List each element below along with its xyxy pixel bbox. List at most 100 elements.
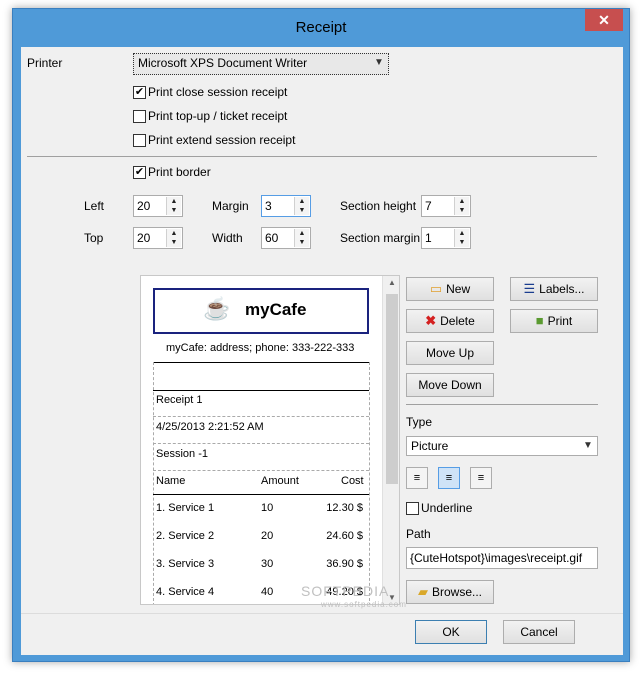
receipt-preview[interactable]: ☕ myCafe myCafe: address; phone: 333-222… (140, 275, 400, 605)
margin-label: Margin (212, 199, 249, 213)
spin-up-icon[interactable]: ▲ (167, 229, 181, 238)
row-cost: 12.30 $ (326, 502, 363, 514)
cancel-button[interactable]: Cancel (503, 620, 575, 644)
preview-scrollbar[interactable]: ▲ ▼ (382, 276, 399, 604)
folder-icon: ▰ (417, 584, 428, 599)
spin-up-icon[interactable]: ▲ (295, 229, 309, 238)
printer-icon: ■ (535, 313, 544, 328)
section-height-label: Section height (340, 199, 417, 213)
dialog-body: Printer Microsoft XPS Document Writer ▼ … (21, 47, 623, 655)
list-icon: ☰ (523, 281, 536, 296)
type-select[interactable]: Picture ▼ (406, 436, 598, 456)
chevron-down-icon: ▼ (374, 57, 384, 68)
new-button[interactable]: ▭ New (406, 277, 494, 301)
spin-up-icon[interactable]: ▲ (295, 197, 309, 206)
receipt-brand: myCafe (245, 300, 307, 319)
print-close-session-checkbox[interactable]: ✔ (133, 86, 146, 99)
section-margin-spinner[interactable]: 1 ▲ ▼ (421, 227, 471, 249)
print-topup-label: Print top-up / ticket receipt (148, 109, 288, 123)
section-height-spinner[interactable]: 7 ▲ ▼ (421, 195, 471, 217)
delete-button-label: Delete (440, 314, 475, 328)
ok-button[interactable]: OK (415, 620, 487, 644)
column-header-cost: Cost (341, 475, 364, 487)
underline-checkbox[interactable] (406, 502, 419, 515)
printer-select-value: Microsoft XPS Document Writer (138, 56, 308, 70)
print-border-label: Print border (148, 165, 211, 179)
spin-down-icon[interactable]: ▼ (295, 206, 309, 215)
receipt-datetime: 4/25/2013 2:21:52 AM (156, 421, 264, 433)
align-right-icon: ≡ (477, 472, 485, 484)
spin-up-icon[interactable]: ▲ (455, 197, 469, 206)
move-up-button[interactable]: Move Up (406, 341, 494, 365)
row-cost: 24.60 $ (326, 530, 363, 542)
row-cost: 36.90 $ (326, 558, 363, 570)
type-select-value: Picture (411, 439, 449, 453)
path-label: Path (406, 527, 431, 541)
new-button-label: New (446, 282, 471, 296)
printer-select[interactable]: Microsoft XPS Document Writer ▼ (133, 53, 389, 75)
delete-icon: ✖ (425, 313, 437, 328)
row-amount: 20 (261, 530, 274, 542)
separator (27, 156, 597, 157)
scrollbar-thumb[interactable] (386, 294, 398, 484)
spin-down-icon[interactable]: ▼ (167, 238, 181, 247)
align-left-button[interactable]: ≡ (406, 467, 428, 489)
ok-button-label: OK (442, 625, 460, 639)
spin-down-icon[interactable]: ▼ (295, 238, 309, 247)
new-document-icon: ▭ (429, 281, 443, 296)
watermark: SOFTPEDIA (301, 583, 390, 599)
scroll-up-icon[interactable]: ▲ (383, 278, 399, 287)
section-margin-label: Section margin (340, 231, 421, 245)
receipt-header-box[interactable]: ☕ myCafe (153, 288, 369, 334)
align-left-icon: ≡ (413, 472, 421, 484)
receipt-window: Receipt ✕ Printer Microsoft XPS Document… (12, 8, 630, 662)
print-border-checkbox[interactable]: ✔ (133, 166, 146, 179)
receipt-guide (369, 362, 370, 604)
width-spinner[interactable]: 60 ▲ ▼ (261, 227, 311, 249)
spin-up-icon[interactable]: ▲ (455, 229, 469, 238)
receipt-line (153, 362, 369, 363)
print-button[interactable]: ■ Print (510, 309, 598, 333)
row-name: 1. Service 1 (156, 502, 215, 514)
print-topup-checkbox[interactable] (133, 110, 146, 123)
labels-button[interactable]: ☰ Labels... (510, 277, 598, 301)
receipt-session: Session -1 (156, 448, 208, 460)
print-button-label: Print (547, 314, 573, 328)
receipt-address: myCafe: address; phone: 333-222-333 (166, 342, 355, 354)
browse-button[interactable]: ▰ Browse... (406, 580, 494, 604)
path-input[interactable]: {CuteHotspot}\images\receipt.gif (406, 547, 598, 569)
receipt-divider (153, 443, 369, 444)
close-button[interactable]: ✕ (585, 9, 623, 31)
top-spinner[interactable]: 20 ▲ ▼ (133, 227, 183, 249)
watermark-url: www.softpedia.com (321, 600, 407, 609)
margin-spinner[interactable]: 3 ▲ ▼ (261, 195, 311, 217)
spin-down-icon[interactable]: ▼ (167, 206, 181, 215)
move-down-button[interactable]: Move Down (406, 373, 494, 397)
cancel-button-label: Cancel (520, 625, 558, 639)
align-right-button[interactable]: ≡ (470, 467, 492, 489)
receipt-number: Receipt 1 (156, 394, 203, 406)
row-amount: 10 (261, 502, 274, 514)
left-spinner[interactable]: 20 ▲ ▼ (133, 195, 183, 217)
row-name: 3. Service 3 (156, 558, 215, 570)
print-extend-checkbox[interactable] (133, 134, 146, 147)
spin-down-icon[interactable]: ▼ (455, 206, 469, 215)
receipt-line (153, 494, 369, 495)
printer-label: Printer (27, 56, 63, 70)
align-center-icon: ≡ (445, 472, 453, 484)
print-close-session-label: Print close session receipt (148, 85, 288, 99)
close-icon: ✕ (598, 12, 610, 28)
align-center-button[interactable]: ≡ (438, 467, 460, 489)
spin-up-icon[interactable]: ▲ (167, 197, 181, 206)
top-value: 20 (137, 231, 151, 245)
delete-button[interactable]: ✖ Delete (406, 309, 494, 333)
receipt-canvas: ☕ myCafe myCafe: address; phone: 333-222… (141, 276, 381, 604)
row-name: 4. Service 4 (156, 586, 215, 598)
coffee-cup-icon: ☕ (203, 296, 231, 321)
column-header-name: Name (156, 475, 186, 487)
margin-value: 3 (265, 199, 272, 213)
path-input-value: {CuteHotspot}\images\receipt.gif (410, 551, 583, 565)
move-down-button-label: Move Down (418, 378, 482, 392)
spin-down-icon[interactable]: ▼ (455, 238, 469, 247)
left-value: 20 (137, 199, 151, 213)
